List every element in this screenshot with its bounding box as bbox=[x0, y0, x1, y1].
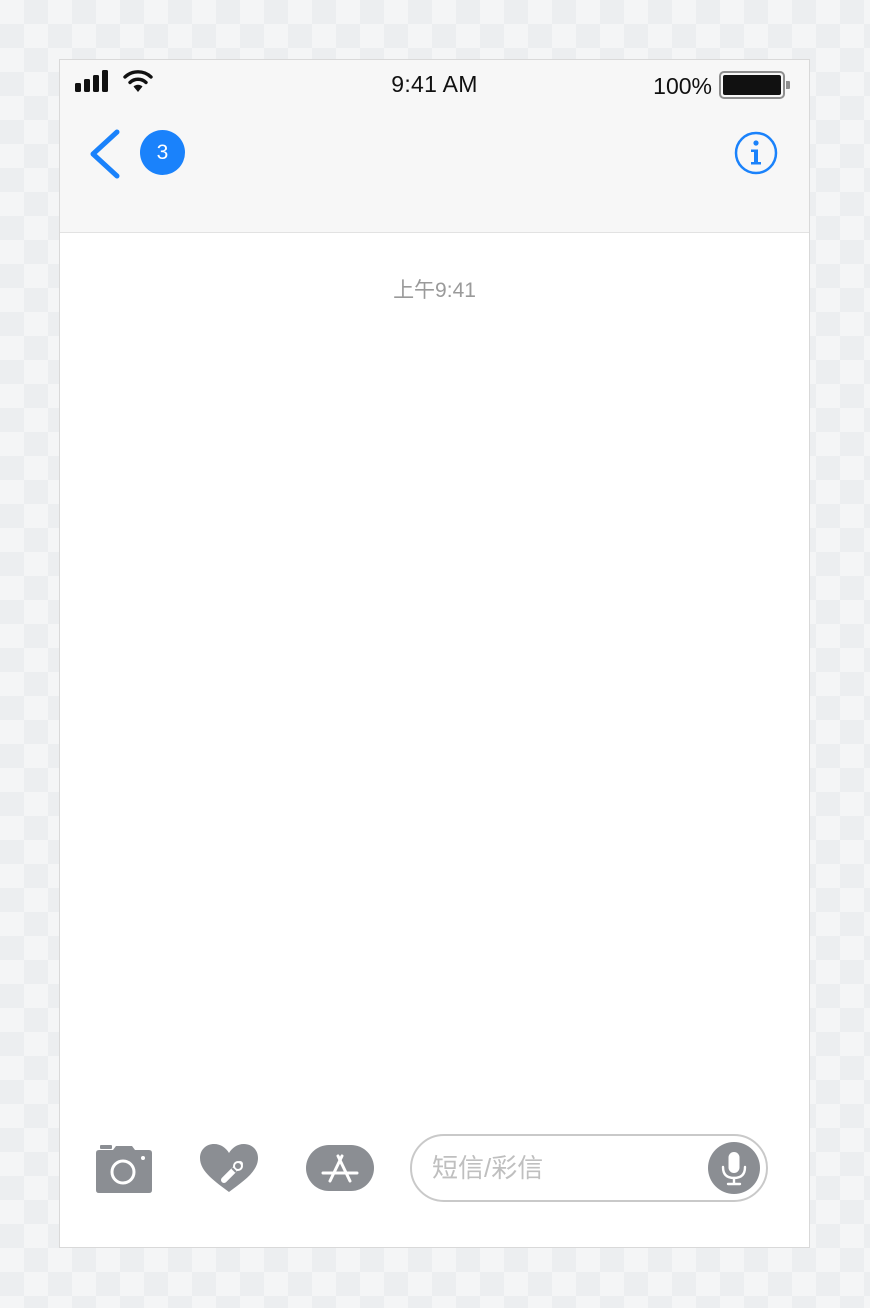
message-input[interactable]: 短信/彩信 bbox=[410, 1134, 768, 1202]
app-store-icon[interactable] bbox=[306, 1145, 374, 1191]
unread-count-badge[interactable]: 3 bbox=[140, 130, 185, 175]
compose-toolbar: 短信/彩信 bbox=[60, 1127, 809, 1247]
message-placeholder: 短信/彩信 bbox=[432, 1153, 544, 1183]
navigation-header: 9:41 AM 100% 3 bbox=[60, 60, 809, 233]
battery-full-icon bbox=[719, 71, 790, 99]
chevron-left-icon[interactable] bbox=[86, 128, 124, 180]
battery-percentage: 100% bbox=[653, 73, 712, 99]
camera-icon[interactable] bbox=[94, 1145, 154, 1193]
microphone-icon[interactable] bbox=[708, 1142, 760, 1194]
info-icon[interactable] bbox=[734, 131, 778, 175]
message-timestamp: 上午9:41 bbox=[393, 279, 476, 302]
heart-touch-icon[interactable] bbox=[198, 1142, 260, 1194]
status-bar: 9:41 AM 100% bbox=[60, 60, 809, 108]
phone-screen: 9:41 AM 100% 3 上午9:41 短信/彩信 bbox=[59, 59, 810, 1248]
